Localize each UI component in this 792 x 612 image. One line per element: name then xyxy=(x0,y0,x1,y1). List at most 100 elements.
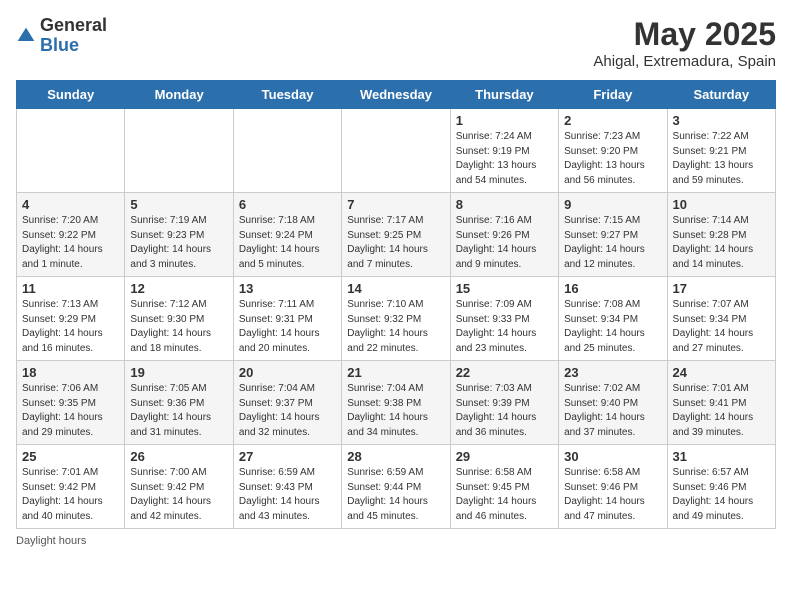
day-info: Sunrise: 7:09 AM Sunset: 9:33 PM Dayligh… xyxy=(456,298,553,356)
day-number: 17 xyxy=(673,281,770,296)
calendar-cell xyxy=(17,109,125,193)
logo-text-blue: Blue xyxy=(40,35,79,55)
calendar-cell: 9 Sunrise: 7:15 AM Sunset: 9:27 PM Daylig… xyxy=(559,193,667,277)
title-area: May 2025 Ahigal, Extremadura, Spain xyxy=(593,16,776,70)
calendar-cell: 6Sunrise: 7:18 AM Sunset: 9:24 PM Daylig… xyxy=(233,193,341,277)
day-info: Sunrise: 7:05 AM Sunset: 9:36 PM Dayligh… xyxy=(130,382,227,440)
day-number: 25 xyxy=(22,449,119,464)
calendar-cell: 12 Sunrise: 7:12 AM Sunset: 9:30 PM Dayli… xyxy=(125,277,233,361)
day-info: Sunrise: 6:57 AM Sunset: 9:46 PM Dayligh… xyxy=(673,466,770,524)
day-info: Sunrise: 7:19 AM Sunset: 9:23 PM Dayligh… xyxy=(130,214,227,272)
calendar-cell: 27Sunrise: 6:59 AM Sunset: 9:43 PM Dayli… xyxy=(233,445,341,529)
logo-text-general: General xyxy=(40,15,107,35)
day-number: 12 xyxy=(130,281,227,296)
day-number: 2 xyxy=(564,113,661,128)
calendar-cell: 25 Sunrise: 7:01 AM Sunset: 9:42 PM Dayli… xyxy=(17,445,125,529)
dow-header-cell: Thursday xyxy=(450,81,558,109)
calendar-cell: 30 Sunrise: 6:58 AM Sunset: 9:46 PM Dayli… xyxy=(559,445,667,529)
day-info: Sunrise: 7:22 AM Sunset: 9:21 PM Dayligh… xyxy=(673,130,770,188)
calendar-cell: 15 Sunrise: 7:09 AM Sunset: 9:33 PM Dayli… xyxy=(450,277,558,361)
day-info: Sunrise: 7:14 AM Sunset: 9:28 PM Dayligh… xyxy=(673,214,770,272)
day-number: 1 xyxy=(456,113,553,128)
day-number: 5 xyxy=(130,197,227,212)
location-title: Ahigal, Extremadura, Spain xyxy=(593,53,776,70)
day-info: Sunrise: 7:15 AM Sunset: 9:27 PM Dayligh… xyxy=(564,214,661,272)
calendar-cell: 2 Sunrise: 7:23 AM Sunset: 9:20 PM Daylig… xyxy=(559,109,667,193)
calendar-cell: 14 Sunrise: 7:10 AM Sunset: 9:32 PM Dayli… xyxy=(342,277,450,361)
dow-header-cell: Tuesday xyxy=(233,81,341,109)
calendar-cell: 18 Sunrise: 7:06 AM Sunset: 9:35 PM Dayli… xyxy=(17,361,125,445)
day-info: Sunrise: 6:58 AM Sunset: 9:45 PM Dayligh… xyxy=(456,466,553,524)
calendar-week: 1 Sunrise: 7:24 AM Sunset: 9:19 PM Daylig… xyxy=(17,109,776,193)
day-info: Sunrise: 7:03 AM Sunset: 9:39 PM Dayligh… xyxy=(456,382,553,440)
day-number: 11 xyxy=(22,281,119,296)
calendar-week: 11 Sunrise: 7:13 AM Sunset: 9:29 PM Dayli… xyxy=(17,277,776,361)
calendar-cell xyxy=(233,109,341,193)
day-number: 7 xyxy=(347,197,444,212)
day-info: Sunrise: 7:06 AM Sunset: 9:35 PM Dayligh… xyxy=(22,382,119,440)
day-number: 16 xyxy=(564,281,661,296)
dow-header-cell: Friday xyxy=(559,81,667,109)
day-info: Sunrise: 7:07 AM Sunset: 9:34 PM Dayligh… xyxy=(673,298,770,356)
day-info: Sunrise: 7:04 AM Sunset: 9:37 PM Dayligh… xyxy=(239,382,336,440)
day-info: Sunrise: 7:12 AM Sunset: 9:30 PM Dayligh… xyxy=(130,298,227,356)
logo-icon xyxy=(16,26,36,46)
dow-header-cell: Sunday xyxy=(17,81,125,109)
calendar-week: 18 Sunrise: 7:06 AM Sunset: 9:35 PM Dayli… xyxy=(17,361,776,445)
calendar-cell: 20 Sunrise: 7:04 AM Sunset: 9:37 PM Dayli… xyxy=(233,361,341,445)
calendar-cell: 31 Sunrise: 6:57 AM Sunset: 9:46 PM Dayli… xyxy=(667,445,775,529)
day-number: 4 xyxy=(22,197,119,212)
day-number: 13 xyxy=(239,281,336,296)
calendar-cell: 22 Sunrise: 7:03 AM Sunset: 9:39 PM Dayli… xyxy=(450,361,558,445)
day-info: Sunrise: 7:08 AM Sunset: 9:34 PM Dayligh… xyxy=(564,298,661,356)
day-number: 28 xyxy=(347,449,444,464)
day-number: 14 xyxy=(347,281,444,296)
day-number: 10 xyxy=(673,197,770,212)
calendar-week: 4 Sunrise: 7:20 AM Sunset: 9:22 PM Daylig… xyxy=(17,193,776,277)
calendar-cell: 24 Sunrise: 7:01 AM Sunset: 9:41 PM Dayli… xyxy=(667,361,775,445)
day-info: Sunrise: 7:18 AM Sunset: 9:24 PM Dayligh… xyxy=(239,214,336,272)
page-header: General Blue May 2025 Ahigal, Extremadur… xyxy=(16,16,776,70)
calendar-body: 1 Sunrise: 7:24 AM Sunset: 9:19 PM Daylig… xyxy=(17,109,776,529)
day-number: 30 xyxy=(564,449,661,464)
calendar-cell: 23 Sunrise: 7:02 AM Sunset: 9:40 PM Dayli… xyxy=(559,361,667,445)
day-info: Sunrise: 6:58 AM Sunset: 9:46 PM Dayligh… xyxy=(564,466,661,524)
calendar-cell: 10 Sunrise: 7:14 AM Sunset: 9:28 PM Dayli… xyxy=(667,193,775,277)
day-number: 22 xyxy=(456,365,553,380)
day-number: 8 xyxy=(456,197,553,212)
day-info: Sunrise: 7:24 AM Sunset: 9:19 PM Dayligh… xyxy=(456,130,553,188)
day-info: Sunrise: 7:16 AM Sunset: 9:26 PM Dayligh… xyxy=(456,214,553,272)
day-number: 24 xyxy=(673,365,770,380)
day-number: 20 xyxy=(239,365,336,380)
day-info: Sunrise: 7:02 AM Sunset: 9:40 PM Dayligh… xyxy=(564,382,661,440)
calendar-cell: 16 Sunrise: 7:08 AM Sunset: 9:34 PM Dayli… xyxy=(559,277,667,361)
day-info: Sunrise: 7:10 AM Sunset: 9:32 PM Dayligh… xyxy=(347,298,444,356)
logo: General Blue xyxy=(16,16,107,56)
day-of-week-header: SundayMondayTuesdayWednesdayThursdayFrid… xyxy=(17,81,776,109)
day-number: 31 xyxy=(673,449,770,464)
day-info: Sunrise: 7:01 AM Sunset: 9:42 PM Dayligh… xyxy=(22,466,119,524)
calendar-cell: 7 Sunrise: 7:17 AM Sunset: 9:25 PM Daylig… xyxy=(342,193,450,277)
calendar-cell: 4 Sunrise: 7:20 AM Sunset: 9:22 PM Daylig… xyxy=(17,193,125,277)
day-info: Sunrise: 7:20 AM Sunset: 9:22 PM Dayligh… xyxy=(22,214,119,272)
calendar-cell xyxy=(125,109,233,193)
day-number: 9 xyxy=(564,197,661,212)
day-info: Sunrise: 6:59 AM Sunset: 9:43 PM Dayligh… xyxy=(239,466,336,524)
day-number: 15 xyxy=(456,281,553,296)
dow-header-cell: Monday xyxy=(125,81,233,109)
calendar-cell: 13 Sunrise: 7:11 AM Sunset: 9:31 PM Dayli… xyxy=(233,277,341,361)
calendar-cell: 26Sunrise: 7:00 AM Sunset: 9:42 PM Dayli… xyxy=(125,445,233,529)
footer-note: Daylight hours xyxy=(16,535,776,547)
day-number: 23 xyxy=(564,365,661,380)
day-info: Sunrise: 7:01 AM Sunset: 9:41 PM Dayligh… xyxy=(673,382,770,440)
day-info: Sunrise: 7:13 AM Sunset: 9:29 PM Dayligh… xyxy=(22,298,119,356)
calendar-table: SundayMondayTuesdayWednesdayThursdayFrid… xyxy=(16,80,776,529)
calendar-cell xyxy=(342,109,450,193)
day-info: Sunrise: 7:17 AM Sunset: 9:25 PM Dayligh… xyxy=(347,214,444,272)
day-number: 18 xyxy=(22,365,119,380)
day-info: Sunrise: 6:59 AM Sunset: 9:44 PM Dayligh… xyxy=(347,466,444,524)
day-info: Sunrise: 7:00 AM Sunset: 9:42 PM Dayligh… xyxy=(130,466,227,524)
day-info: Sunrise: 7:23 AM Sunset: 9:20 PM Dayligh… xyxy=(564,130,661,188)
day-info: Sunrise: 7:11 AM Sunset: 9:31 PM Dayligh… xyxy=(239,298,336,356)
calendar-week: 25 Sunrise: 7:01 AM Sunset: 9:42 PM Dayli… xyxy=(17,445,776,529)
